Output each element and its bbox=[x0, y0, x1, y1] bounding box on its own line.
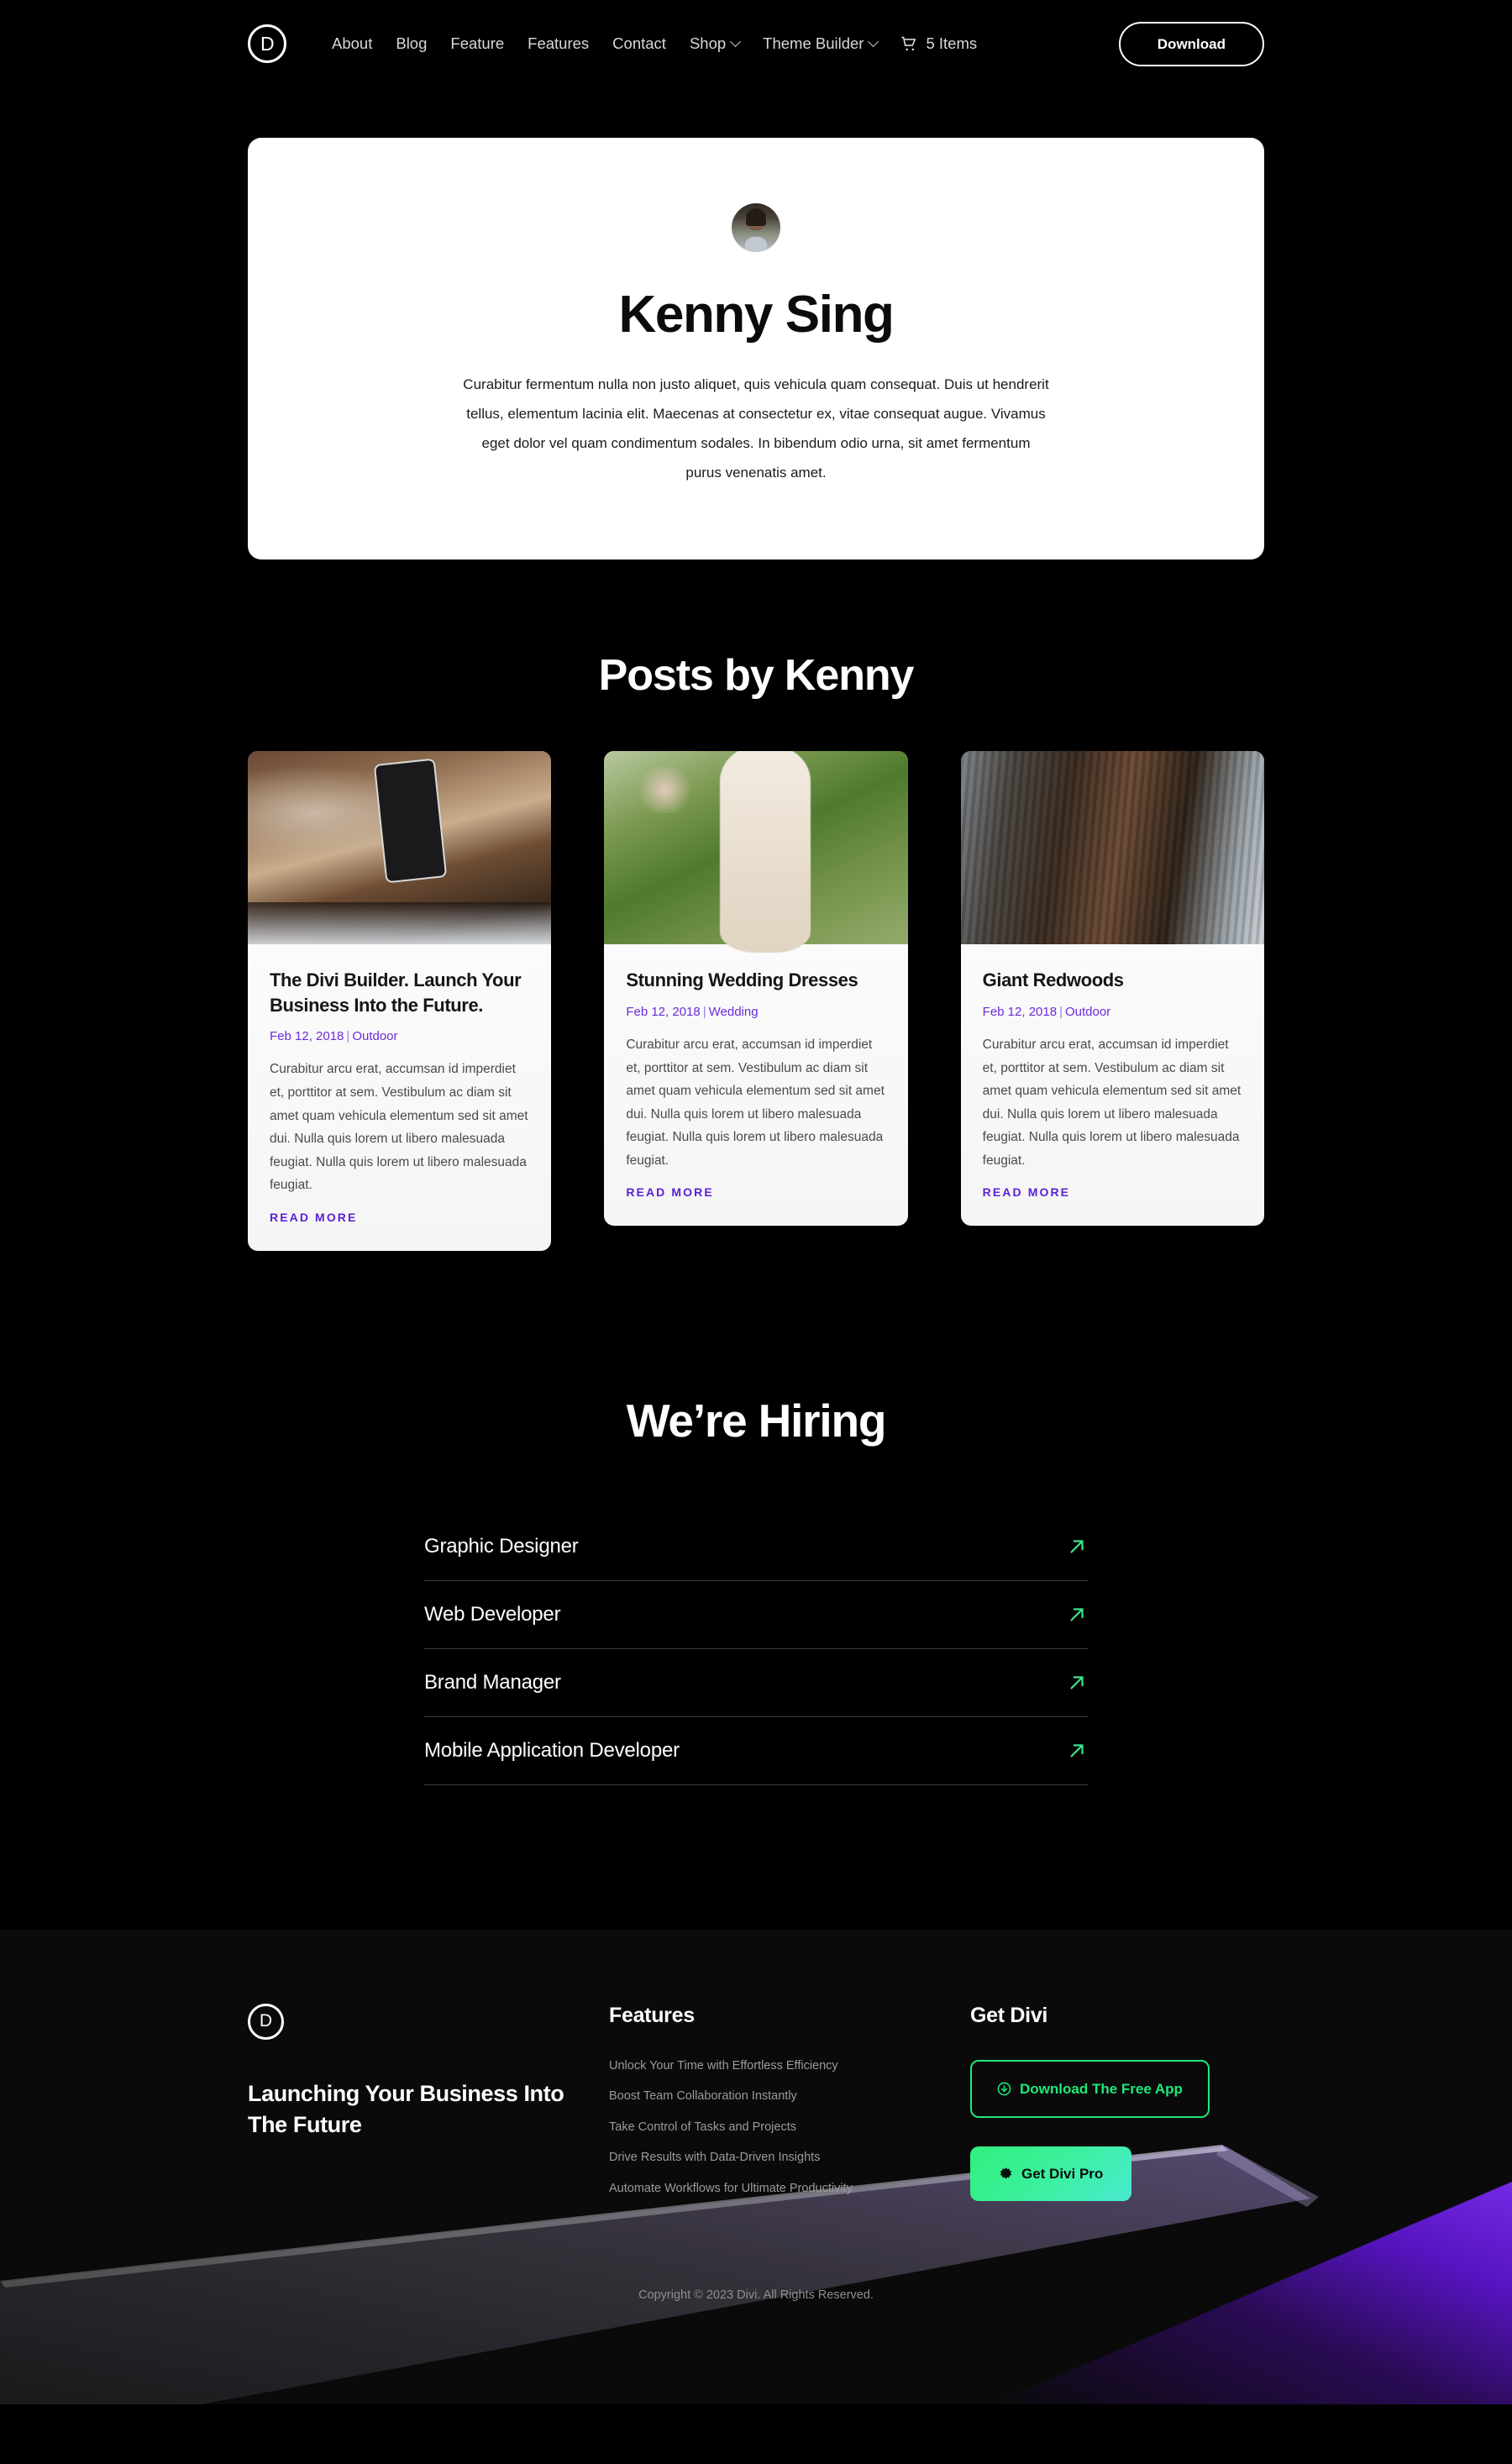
hiring-section: We’re Hiring Graphic Designer Web Develo… bbox=[0, 1251, 1512, 1785]
read-more-link[interactable]: READ MORE bbox=[270, 1211, 357, 1224]
post-date: Feb 12, 2018 bbox=[626, 1004, 701, 1019]
posts-grid: The Divi Builder. Launch Your Business I… bbox=[248, 751, 1264, 1251]
posts-section: Posts by Kenny The Divi Builder. Launch … bbox=[0, 560, 1512, 1251]
nav-label: Theme Builder bbox=[763, 34, 864, 52]
divi-logo-icon[interactable]: D bbox=[248, 24, 286, 63]
footer-link-feature-5[interactable]: Automate Workflows for Ultimate Producti… bbox=[609, 2183, 970, 2195]
job-row-graphic-designer[interactable]: Graphic Designer bbox=[424, 1513, 1088, 1581]
post-body: Giant Redwoods Feb 12, 2018 | Outdoor Cura… bbox=[961, 944, 1264, 1226]
post-date: Feb 12, 2018 bbox=[270, 1029, 344, 1044]
nav-label: Contact bbox=[612, 34, 666, 52]
footer-link-feature-1[interactable]: Unlock Your Time with Effortless Efficie… bbox=[609, 2060, 970, 2073]
site-footer: D Launching Your Business Into The Futur… bbox=[0, 1929, 1512, 2404]
post-excerpt: Curabitur arcu erat, accumsan id imperdi… bbox=[270, 1062, 528, 1193]
footer-columns: D Launching Your Business Into The Futur… bbox=[0, 1930, 1512, 2214]
post-thumbnail bbox=[960, 751, 1264, 945]
job-title: Graphic Designer bbox=[424, 1534, 579, 1558]
nav-label: Features bbox=[528, 34, 590, 52]
job-row-brand-manager[interactable]: Brand Manager bbox=[424, 1649, 1088, 1717]
post-category[interactable]: Outdoor bbox=[1065, 1005, 1110, 1019]
nav-label: Shop bbox=[689, 34, 727, 52]
nav-item-theme-builder[interactable]: Theme Builder bbox=[763, 34, 879, 53]
main-navigation: About Blog Feature Features Contact Shop… bbox=[332, 34, 977, 53]
footer-copyright: Copyright © 2023 Divi. All Rights Reserv… bbox=[638, 2288, 874, 2303]
post-body: Stunning Wedding Dresses Feb 12, 2018 | We… bbox=[604, 944, 907, 1226]
hiring-list: Graphic Designer Web Developer Brand Man… bbox=[248, 1513, 1264, 1785]
arrow-up-right-icon[interactable] bbox=[1066, 1740, 1088, 1762]
job-title: Mobile Application Developer bbox=[424, 1738, 680, 1762]
download-free-app-button[interactable]: Download The Free App bbox=[970, 2059, 1210, 2118]
nav-item-shop[interactable]: Shop bbox=[689, 34, 742, 53]
post-thumbnail bbox=[248, 751, 552, 945]
meta-separator: | bbox=[1059, 1004, 1063, 1019]
download-button[interactable]: Download bbox=[1118, 21, 1264, 66]
post-card[interactable]: The Divi Builder. Launch Your Business I… bbox=[248, 751, 552, 1251]
footer-get-divi-heading: Get Divi bbox=[970, 2003, 1048, 2027]
shopping-cart-icon bbox=[901, 36, 916, 50]
post-meta: Feb 12, 2018 | Outdoor bbox=[983, 1005, 1242, 1019]
logo-letter: D bbox=[259, 2011, 273, 2031]
author-avatar bbox=[732, 203, 780, 252]
get-divi-pro-button[interactable]: Get Divi Pro bbox=[970, 2146, 1132, 2201]
footer-link-feature-3[interactable]: Take Control of Tasks and Projects bbox=[609, 2121, 970, 2134]
post-card[interactable]: Giant Redwoods Feb 12, 2018 | Outdoor Cura… bbox=[960, 751, 1264, 1227]
post-title[interactable]: Stunning Wedding Dresses bbox=[626, 968, 885, 992]
cart-link[interactable]: 5 Items bbox=[900, 34, 977, 53]
hiring-section-title: We’re Hiring bbox=[626, 1394, 887, 1447]
post-excerpt: Curabitur arcu erat, accumsan id imperdi… bbox=[626, 1037, 885, 1168]
arrow-up-right-icon[interactable] bbox=[1066, 1672, 1088, 1694]
author-bio: Curabitur fermentum nulla non justo aliq… bbox=[463, 376, 1049, 481]
footer-link-feature-2[interactable]: Boost Team Collaboration Instantly bbox=[609, 2090, 970, 2103]
chevron-down-icon bbox=[730, 35, 742, 47]
post-body: The Divi Builder. Launch Your Business I… bbox=[248, 944, 551, 1250]
post-category[interactable]: Wedding bbox=[709, 1005, 759, 1019]
read-more-link[interactable]: READ MORE bbox=[983, 1185, 1070, 1199]
arrow-up-right-icon[interactable] bbox=[1066, 1536, 1088, 1558]
button-label: Get Divi Pro bbox=[1021, 2165, 1104, 2182]
footer-features-column: Features Unlock Your Time with Effortles… bbox=[609, 2004, 970, 2214]
job-row-web-developer[interactable]: Web Developer bbox=[424, 1581, 1088, 1649]
footer-get-divi-column: Get Divi Download The Free App Get Divi … bbox=[970, 2004, 1264, 2201]
site-header: D About Blog Feature Features Contact Sh… bbox=[0, 0, 1512, 87]
post-title[interactable]: Giant Redwoods bbox=[983, 968, 1242, 992]
author-card: Kenny Sing Curabitur fermentum nulla non… bbox=[248, 138, 1264, 560]
footer-features-heading: Features bbox=[609, 2003, 695, 2027]
nav-item-about[interactable]: About bbox=[332, 34, 372, 53]
post-card[interactable]: Stunning Wedding Dresses Feb 12, 2018 | We… bbox=[604, 751, 908, 1227]
post-title[interactable]: The Divi Builder. Launch Your Business I… bbox=[270, 968, 529, 1017]
nav-item-feature[interactable]: Feature bbox=[450, 34, 504, 53]
button-label: Download The Free App bbox=[1020, 2080, 1183, 2097]
badge-star-icon bbox=[1000, 2167, 1012, 2179]
post-category[interactable]: Outdoor bbox=[352, 1029, 397, 1043]
footer-tagline: Launching Your Business Into The Future bbox=[248, 2080, 564, 2138]
logo-letter: D bbox=[260, 32, 275, 55]
footer-brand-column: D Launching Your Business Into The Futur… bbox=[248, 2003, 609, 2141]
nav-item-features[interactable]: Features bbox=[528, 34, 589, 53]
post-meta: Feb 12, 2018 | Wedding bbox=[626, 1005, 885, 1019]
job-title: Brand Manager bbox=[424, 1670, 561, 1694]
arrow-up-right-icon[interactable] bbox=[1066, 1604, 1088, 1626]
nav-item-blog[interactable]: Blog bbox=[396, 34, 427, 53]
post-date: Feb 12, 2018 bbox=[982, 1004, 1058, 1019]
hero-section: Kenny Sing Curabitur fermentum nulla non… bbox=[0, 87, 1512, 560]
job-row-mobile-application-developer[interactable]: Mobile Application Developer bbox=[424, 1717, 1088, 1785]
meta-separator: | bbox=[346, 1029, 350, 1044]
nav-label: About bbox=[332, 34, 373, 52]
chevron-down-icon bbox=[868, 35, 879, 47]
nav-label: Blog bbox=[396, 34, 428, 52]
meta-separator: | bbox=[702, 1004, 706, 1019]
read-more-link[interactable]: READ MORE bbox=[626, 1185, 713, 1199]
page-title: Kenny Sing bbox=[618, 286, 894, 344]
divi-logo-icon[interactable]: D bbox=[248, 2003, 284, 2040]
download-circle-icon bbox=[997, 2082, 1011, 2096]
nav-item-contact[interactable]: Contact bbox=[612, 34, 666, 53]
posts-section-title: Posts by Kenny bbox=[598, 651, 915, 701]
post-meta: Feb 12, 2018 | Outdoor bbox=[270, 1029, 529, 1043]
nav-label: Feature bbox=[450, 34, 505, 52]
footer-link-feature-4[interactable]: Drive Results with Data-Driven Insights bbox=[609, 2151, 970, 2164]
cart-items-count: 5 Items bbox=[926, 34, 978, 52]
post-thumbnail bbox=[604, 751, 908, 945]
post-excerpt: Curabitur arcu erat, accumsan id imperdi… bbox=[982, 1037, 1242, 1168]
job-title: Web Developer bbox=[424, 1602, 561, 1626]
